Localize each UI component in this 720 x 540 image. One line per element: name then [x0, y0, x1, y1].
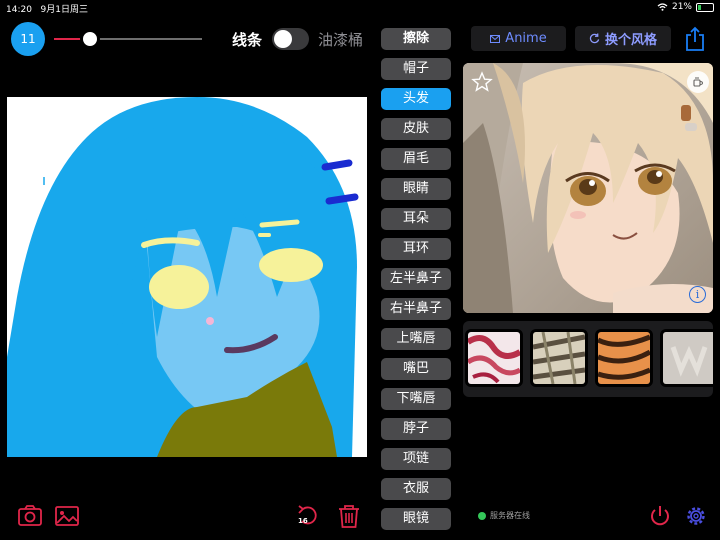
label-button[interactable]: 皮肤	[381, 118, 451, 140]
refresh-icon	[589, 33, 600, 44]
cup-icon[interactable]	[687, 71, 709, 93]
style-thumbnail-strip[interactable]	[463, 321, 713, 397]
undo-icon	[298, 505, 317, 525]
trash-icon[interactable]	[336, 503, 362, 529]
label-list: 擦除帽子头发皮肤眉毛眼睛耳朵耳环左半鼻子右半鼻子上嘴唇嘴巴下嘴唇脖子项链衣服眼镜	[381, 28, 451, 538]
change-style-label: 换个风格	[604, 33, 657, 48]
label-button[interactable]: 擦除	[381, 28, 451, 50]
brush-size-indicator[interactable]: 11	[11, 22, 45, 56]
battery-icon	[696, 2, 714, 12]
label-button[interactable]: 耳朵	[381, 208, 451, 230]
style-thumbnail[interactable]	[660, 329, 713, 387]
label-button[interactable]: 脖子	[381, 418, 451, 440]
style-thumbnail[interactable]	[595, 329, 653, 387]
label-button[interactable]: 耳环	[381, 238, 451, 260]
status-time: 14:20	[6, 5, 32, 15]
server-status-text: 服务器在线	[490, 511, 530, 520]
style-pattern-sketch	[533, 332, 585, 384]
gear-icon[interactable]	[683, 503, 709, 529]
status-date: 9月1日周三	[40, 5, 88, 15]
label-button[interactable]: 头发	[381, 88, 451, 110]
style-thumbnail[interactable]	[465, 329, 523, 387]
undo-button[interactable]: 16	[297, 503, 321, 529]
label-button[interactable]: 嘴巴	[381, 358, 451, 380]
share-icon[interactable]	[684, 26, 706, 52]
server-status-dot	[478, 512, 486, 520]
cup-glyph	[693, 77, 704, 87]
wifi-icon	[657, 3, 668, 11]
camera-icon[interactable]	[17, 503, 43, 529]
anime-button[interactable]: Anime	[471, 26, 566, 51]
style-thumbnail[interactable]	[530, 329, 588, 387]
image-icon[interactable]	[54, 503, 80, 529]
style-pattern-gray	[663, 332, 713, 384]
style-pattern-tiger	[598, 332, 650, 384]
label-button[interactable]: 眼镜	[381, 508, 451, 530]
change-style-button[interactable]: 换个风格	[575, 26, 671, 51]
mode-toggle[interactable]	[272, 28, 309, 50]
slider-thumb[interactable]	[79, 29, 100, 49]
status-bar: 14:20 9月1日周三 21%	[0, 0, 720, 15]
battery-percent: 21%	[671, 2, 692, 12]
label-button[interactable]: 上嘴唇	[381, 328, 451, 350]
mode-bucket-label: 油漆桶	[318, 31, 364, 49]
label-button[interactable]: 眉毛	[381, 148, 451, 170]
brush-size-slider[interactable]	[54, 29, 202, 49]
generated-anime-image	[463, 63, 713, 313]
power-icon[interactable]	[647, 503, 673, 529]
drawing-canvas[interactable]	[7, 97, 367, 457]
info-icon[interactable]: i	[689, 286, 706, 303]
label-button[interactable]: 下嘴唇	[381, 388, 451, 410]
anime-portrait	[463, 63, 713, 313]
undo-count: 16	[298, 517, 308, 525]
label-button[interactable]: 衣服	[381, 478, 451, 500]
label-button[interactable]: 左半鼻子	[381, 268, 451, 290]
label-button[interactable]: 右半鼻子	[381, 298, 451, 320]
brush-size-value: 11	[20, 32, 36, 46]
anime-button-label: Anime	[505, 31, 547, 46]
toggle-knob	[274, 30, 292, 48]
label-button[interactable]: 项链	[381, 448, 451, 470]
label-button[interactable]: 帽子	[381, 58, 451, 80]
mode-line-label: 线条	[232, 31, 263, 49]
envelope-icon	[490, 34, 501, 43]
label-button[interactable]: 眼睛	[381, 178, 451, 200]
style-pattern-red	[468, 332, 520, 384]
star-icon[interactable]	[471, 71, 493, 93]
sketch-drawing	[7, 97, 367, 457]
